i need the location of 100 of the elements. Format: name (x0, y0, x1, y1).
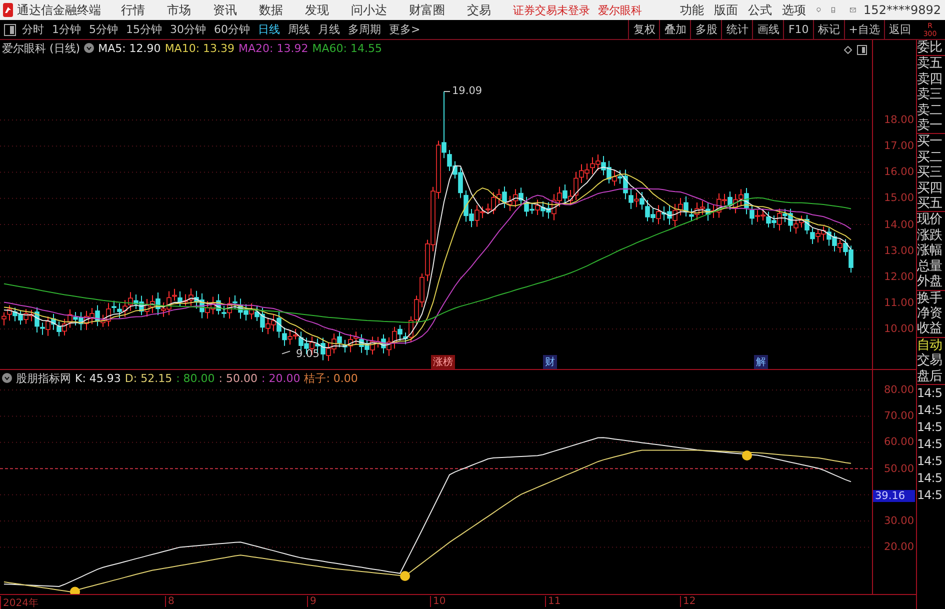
period-tab[interactable]: 1分钟 (52, 22, 81, 37)
quote-label: 卖二 (917, 102, 943, 118)
mail-icon[interactable] (850, 5, 856, 15)
toolbar-button[interactable]: 叠加 (659, 20, 690, 39)
indicator-legend: : 50.00 (218, 372, 258, 384)
quote-label: 收益 (917, 321, 943, 337)
menu-item[interactable]: 公式 (748, 2, 772, 18)
signal-dot (400, 571, 410, 582)
stock-name-link[interactable]: 爱尔眼科 (598, 2, 642, 18)
quote-label: 委比 (917, 40, 943, 56)
period-tab[interactable]: 30分钟 (170, 22, 206, 37)
dropdown-icon[interactable] (2, 373, 12, 383)
quote-label: 买五 (917, 196, 943, 212)
indicator-title: 股朋指标网 (16, 370, 71, 386)
menu-item[interactable]: 市场 (167, 2, 191, 18)
toolbar-button[interactable]: 画线 (752, 20, 784, 39)
account-number[interactable]: 152****9892 (864, 3, 941, 17)
menu-item[interactable]: 行情 (121, 2, 145, 18)
quote-label: 涨幅 (917, 243, 943, 259)
ma-legend: MA20: 13.92 (238, 42, 308, 54)
quote-label: 净资 (917, 306, 943, 322)
menu-item[interactable]: 发现 (305, 2, 329, 18)
indicator-axis-label: 70.00 (884, 410, 914, 422)
menu-item[interactable]: 选项 (782, 2, 806, 18)
price-axis-label: 17.00 (884, 140, 914, 152)
toolbar-button[interactable]: 统计 (721, 20, 752, 39)
indicator-axis-label: 30.00 (884, 515, 914, 527)
trade-label: 交易 (917, 353, 943, 369)
leader-line (444, 91, 450, 92)
app-logo-icon (3, 3, 13, 17)
quote-label: 卖四 (917, 72, 943, 87)
quote-label: 换手 (917, 290, 943, 306)
menu-item[interactable]: 问小达 (351, 2, 387, 18)
event-marker[interactable]: 解 (754, 355, 768, 369)
quote-label: 卖一 (917, 118, 943, 134)
date-axis-label: 10 (430, 596, 446, 607)
menu-item[interactable]: 数据 (259, 2, 283, 18)
trade-time: 14:5 (917, 486, 943, 504)
ma-legend: MA60: 14.55 (312, 42, 382, 54)
low-price-label: 9.05 (296, 348, 320, 360)
high-price-label: 19.09 (452, 84, 482, 97)
price-axis-label: 11.00 (884, 296, 914, 309)
menu-item[interactable]: 版面 (714, 2, 738, 18)
toolbar-button[interactable]: 复权 (628, 20, 660, 39)
price-axis-label: 12.00 (884, 270, 914, 283)
price-axis-label: 15.00 (884, 192, 914, 204)
leader-line (282, 350, 290, 354)
dropdown-icon[interactable] (84, 43, 94, 53)
period-tab[interactable]: 日线 (258, 22, 280, 37)
app-title: 通达信金融终端 (17, 2, 101, 18)
indicator-legend: : 20.00 (262, 372, 300, 384)
quote-label: 涨跌 (917, 228, 943, 244)
date-axis-label: 12 (680, 596, 696, 607)
event-marker[interactable]: 财 (543, 355, 557, 369)
menu-item[interactable]: 功能 (680, 2, 704, 18)
quote-label: 买四 (917, 180, 943, 196)
period-tab[interactable]: 5分钟 (89, 22, 118, 37)
toolbar-button[interactable]: +自选 (844, 20, 884, 39)
event-marker[interactable]: 涨榜 (431, 355, 455, 369)
login-notice: 证券交易未登录 (513, 2, 590, 18)
period-tab[interactable]: 60分钟 (214, 22, 250, 37)
diamond-icon[interactable] (844, 46, 852, 54)
date-axis-label: 8 (165, 596, 174, 607)
quote-label: 卖五 (917, 56, 943, 72)
ma-legend: MA10: 13.39 (164, 42, 235, 54)
indicator-axis-label: 60.00 (884, 436, 914, 448)
menu-item[interactable]: 交易 (467, 2, 491, 18)
quote-label: 卖三 (917, 87, 943, 103)
indicator-legend: 桔子: 0.00 (304, 370, 358, 386)
period-tab[interactable]: 周线 (288, 22, 310, 37)
panel-toggle-icon[interactable] (4, 24, 16, 36)
period-tab[interactable]: 月线 (318, 22, 340, 37)
trade-time: 14:5 (917, 418, 943, 436)
phone-icon[interactable] (831, 4, 836, 16)
date-axis-label: 2024年 (0, 596, 38, 609)
trade-time: 14:5 (917, 470, 943, 487)
period-tab[interactable]: 多周期 (348, 22, 381, 37)
period-tab[interactable]: 更多> (389, 22, 420, 37)
menu-item[interactable]: 财富圈 (409, 2, 445, 18)
trade-time: 14:5 (917, 402, 943, 419)
toolbar-button[interactable]: 多股 (690, 20, 722, 39)
toolbar-button[interactable]: 返回 (884, 20, 915, 39)
trade-time: 14:5 (917, 452, 943, 470)
ma-legend: MA5: 12.90 (98, 42, 161, 54)
toolbar-button[interactable]: 标记 (812, 20, 844, 39)
toolbar-button[interactable]: F10 (783, 20, 813, 39)
price-axis-label: 10.00 (884, 323, 914, 335)
date-axis-label: 9 (307, 596, 316, 607)
trade-label: 盘后 (917, 368, 943, 384)
indicator-axis-label: 50.00 (884, 462, 914, 475)
indicator-axis-label: 80.00 (884, 384, 914, 396)
quote-label: 买一 (917, 134, 943, 150)
indicator-legend: : 80.00 (176, 372, 215, 384)
menu-item[interactable]: 资讯 (213, 2, 237, 18)
period-tab[interactable]: 分时 (22, 22, 44, 37)
quote-label: 外盘 (917, 274, 943, 290)
price-axis-label: 13.00 (884, 244, 914, 257)
period-tab[interactable]: 15分钟 (126, 22, 162, 37)
panel-toggle-icon[interactable] (857, 45, 867, 55)
quote-label: 买二 (917, 150, 943, 166)
